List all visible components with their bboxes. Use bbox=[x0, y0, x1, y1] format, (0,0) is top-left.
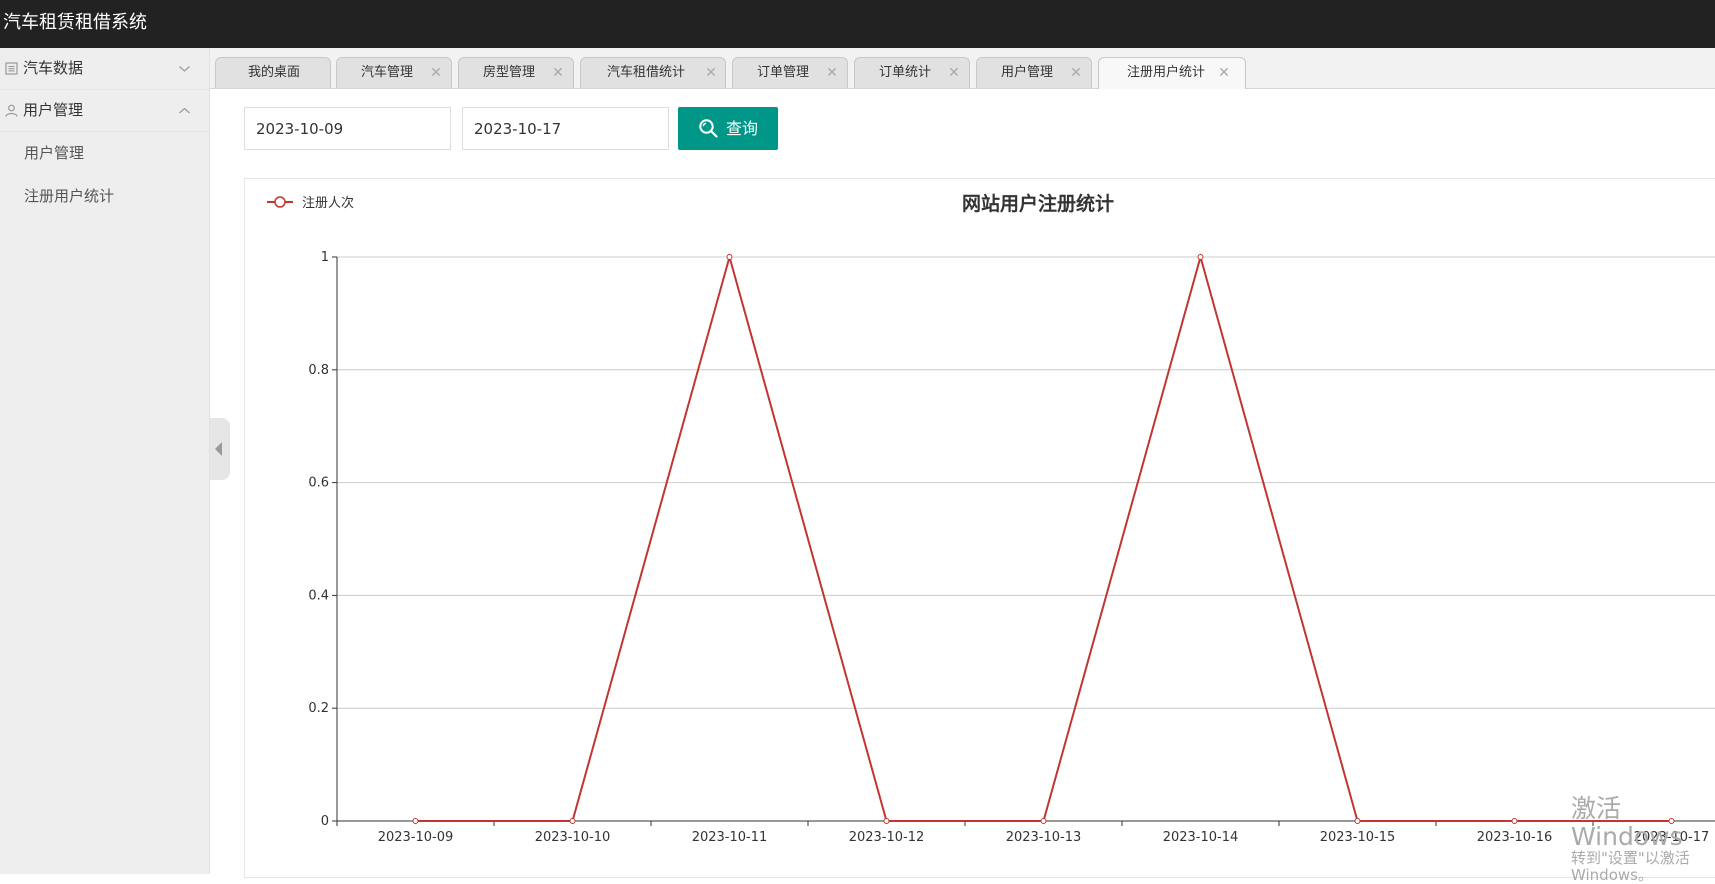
sidebar-group-label: 用户管理 bbox=[23, 101, 84, 119]
x-tick-label: 2023-10-15 bbox=[1320, 830, 1396, 845]
end-date-input[interactable] bbox=[462, 107, 669, 150]
caret-left-icon bbox=[215, 442, 222, 456]
sidebar-item-label: 用户管理 bbox=[24, 144, 85, 162]
tab-room-type-management[interactable]: 房型管理 ✕ bbox=[458, 57, 574, 88]
data-point bbox=[1668, 818, 1675, 824]
x-tick-label: 2023-10-14 bbox=[1163, 830, 1239, 845]
tab-label: 房型管理 bbox=[482, 65, 535, 80]
sidebar-group-car-data[interactable]: 汽车数据 bbox=[0, 48, 209, 90]
x-tick-label: 2023-10-11 bbox=[692, 830, 768, 845]
sidebar-group-user-management[interactable]: 用户管理 bbox=[0, 90, 209, 132]
x-tick-label: 2023-10-13 bbox=[1006, 830, 1082, 845]
sidebar: 汽车数据 用户管理 用户管理 注册用户统计 bbox=[0, 48, 210, 874]
tab-order-stats[interactable]: 订单统计 ✕ bbox=[854, 57, 970, 88]
close-icon[interactable]: ✕ bbox=[826, 58, 838, 88]
tab-order-management[interactable]: 订单管理 ✕ bbox=[732, 57, 848, 88]
x-tick-label: 2023-10-16 bbox=[1477, 830, 1553, 845]
close-icon[interactable]: ✕ bbox=[1218, 58, 1230, 88]
x-tick-label: 2023-10-17 bbox=[1634, 830, 1710, 845]
query-button[interactable]: 查询 bbox=[678, 107, 778, 150]
list-icon bbox=[5, 62, 18, 75]
sidebar-item-registered-user-stats[interactable]: 注册用户统计 bbox=[0, 175, 209, 218]
close-icon[interactable]: ✕ bbox=[705, 58, 717, 88]
tab-car-management[interactable]: 汽车管理 ✕ bbox=[336, 57, 452, 88]
data-point bbox=[1197, 254, 1204, 260]
x-tick-label: 2023-10-09 bbox=[378, 830, 454, 845]
data-point bbox=[726, 254, 733, 260]
x-tick-label: 2023-10-10 bbox=[535, 830, 611, 845]
legend-label: 注册人次 bbox=[302, 195, 354, 211]
tab-registered-user-stats[interactable]: 注册用户统计 ✕ bbox=[1098, 57, 1246, 89]
data-point bbox=[412, 818, 419, 824]
tab-label: 汽车租借统计 bbox=[606, 65, 685, 80]
y-tick-label: 0 bbox=[321, 814, 329, 829]
tab-label: 注册用户统计 bbox=[1126, 65, 1205, 80]
data-point bbox=[883, 818, 890, 824]
y-tick-label: 1 bbox=[321, 250, 329, 265]
app-title: 汽车租赁租借系统 bbox=[3, 12, 147, 33]
tab-label: 汽车管理 bbox=[360, 65, 413, 80]
close-icon[interactable]: ✕ bbox=[430, 58, 442, 88]
app-header: 汽车租赁租借系统 bbox=[0, 0, 1715, 48]
chart-title: 网站用户注册统计 bbox=[962, 192, 1114, 215]
tab-car-rental-stats[interactable]: 汽车租借统计 ✕ bbox=[580, 57, 726, 88]
start-date-input[interactable] bbox=[244, 107, 451, 150]
data-point bbox=[1354, 818, 1361, 824]
tab-bar: 我的桌面 汽车管理 ✕ 房型管理 ✕ 汽车租借统计 ✕ 订单管理 ✕ 订单统计 … bbox=[210, 48, 1715, 89]
line-chart: 0 0.2 0.4 0.6 0.8 1 2023-10-09 2023-10-10 2023-1… bbox=[267, 192, 1715, 845]
query-button-label: 查询 bbox=[726, 119, 759, 138]
chevron-up-icon bbox=[179, 107, 190, 114]
y-tick-label: 0.4 bbox=[308, 588, 329, 603]
search-icon bbox=[699, 119, 718, 138]
tab-label: 我的桌面 bbox=[247, 65, 300, 80]
x-tick-label: 2023-10-12 bbox=[849, 830, 925, 845]
tab-label: 订单管理 bbox=[756, 65, 809, 80]
sidebar-group-label: 汽车数据 bbox=[23, 59, 84, 77]
sidebar-item-label: 注册用户统计 bbox=[24, 187, 115, 205]
user-icon bbox=[5, 104, 18, 117]
y-tick-label: 0.2 bbox=[308, 701, 329, 716]
data-point bbox=[569, 818, 576, 824]
chevron-down-icon bbox=[179, 66, 190, 72]
tab-label: 订单统计 bbox=[878, 65, 931, 80]
close-icon[interactable]: ✕ bbox=[1070, 58, 1082, 88]
tab-label: 用户管理 bbox=[1000, 65, 1053, 80]
series-line bbox=[415, 253, 1672, 822]
close-icon[interactable]: ✕ bbox=[552, 58, 564, 88]
legend-marker bbox=[274, 196, 286, 208]
data-point bbox=[1040, 818, 1047, 824]
data-point bbox=[1511, 818, 1518, 824]
chart-panel: 0 0.2 0.4 0.6 0.8 1 2023-10-09 2023-10-10 2023-1… bbox=[244, 178, 1715, 878]
tab-my-desktop[interactable]: 我的桌面 bbox=[215, 57, 331, 88]
y-tick-label: 0.8 bbox=[308, 363, 329, 378]
sidebar-collapse-handle[interactable] bbox=[210, 418, 230, 480]
y-tick-label: 0.6 bbox=[308, 476, 329, 491]
tab-user-management[interactable]: 用户管理 ✕ bbox=[976, 57, 1092, 88]
close-icon[interactable]: ✕ bbox=[948, 58, 960, 88]
sidebar-item-user-management[interactable]: 用户管理 bbox=[0, 132, 209, 175]
